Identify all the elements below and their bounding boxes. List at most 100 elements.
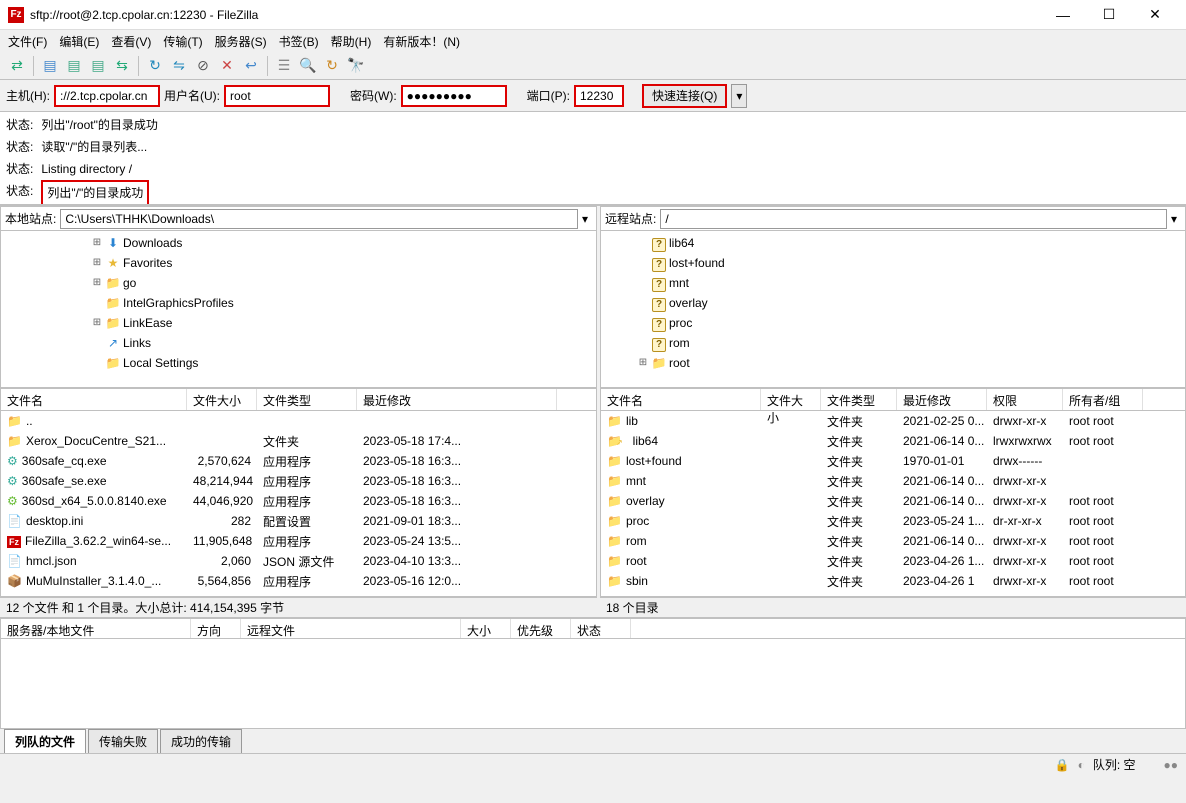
queue-body[interactable] — [0, 639, 1186, 729]
column-header[interactable]: 所有者/组 — [1063, 389, 1143, 410]
local-file-list[interactable]: 文件名文件大小文件类型最近修改 📁..📁Xerox_DocuCentre_S21… — [1, 389, 596, 596]
column-header[interactable]: 权限 — [987, 389, 1063, 410]
file-row[interactable]: 📁sbin文件夹2023-04-26 1drwxr-xr-xroot root — [601, 571, 1185, 591]
filter-icon[interactable]: ☰ — [273, 55, 295, 77]
file-row[interactable]: 📦MuMuInstaller_3.1.4.0_...5,564,856应用程序2… — [1, 571, 596, 591]
menu-item[interactable]: 查看(V) — [111, 33, 151, 50]
maximize-button[interactable]: ☐ — [1086, 0, 1132, 30]
tree-item[interactable]: ?lib64 — [601, 233, 1185, 253]
expand-icon[interactable]: ⊞ — [91, 273, 103, 293]
tree-item[interactable]: ⊞⬇Downloads — [1, 233, 596, 253]
tree-item[interactable]: ⊞📁root — [601, 353, 1185, 373]
toggle-log-icon[interactable]: ▤ — [39, 55, 61, 77]
column-header[interactable]: 大小 — [461, 619, 511, 638]
file-row[interactable]: ⚙360sd_x64_5.0.0.8140.exe44,046,920应用程序2… — [1, 491, 596, 511]
column-header[interactable]: 文件类型 — [257, 389, 357, 410]
minimize-button[interactable]: — — [1040, 0, 1086, 30]
column-header[interactable]: 文件名 — [601, 389, 761, 410]
lock-icon[interactable]: 🔒 — [1055, 758, 1070, 772]
local-tree[interactable]: ⊞⬇Downloads⊞★Favorites⊞📁go📁IntelGraphics… — [1, 231, 596, 389]
menu-item[interactable]: 传输(T) — [163, 33, 202, 50]
log-label: 状态: — [6, 114, 33, 136]
menu-item[interactable]: 帮助(H) — [331, 33, 372, 50]
expand-icon[interactable]: ⊞ — [91, 253, 103, 273]
password-input[interactable] — [401, 85, 507, 107]
toggle-tree-icon[interactable]: ▤ — [63, 55, 85, 77]
file-row[interactable]: 📁lost+found文件夹1970-01-01drwx------ — [601, 451, 1185, 471]
tree-item[interactable]: ?proc — [601, 313, 1185, 333]
binoculars-icon[interactable]: 🔭 — [345, 55, 367, 77]
reconnect-icon[interactable]: ↩ — [240, 55, 262, 77]
file-row[interactable]: 📁Xerox_DocuCentre_S21...文件夹2023-05-18 17… — [1, 431, 596, 451]
file-row[interactable]: 📁↗lib64文件夹2021-06-14 0...lrwxrwxrwxroot … — [601, 431, 1185, 451]
sync-browse-icon[interactable]: ⇆ — [111, 55, 133, 77]
queue-tab[interactable]: 成功的传输 — [160, 729, 242, 753]
file-row[interactable]: 📄hmcl.json2,060JSON 源文件2023-04-10 13:3..… — [1, 551, 596, 571]
column-header[interactable]: 优先级 — [511, 619, 571, 638]
file-row[interactable]: ⚙360safe_se.exe48,214,944应用程序2023-05-18 … — [1, 471, 596, 491]
remote-file-list[interactable]: 文件名文件大小文件类型最近修改权限所有者/组 📁lib文件夹2021-02-25… — [601, 389, 1185, 596]
menu-item[interactable]: 服务器(S) — [215, 33, 267, 50]
tree-item[interactable]: ⊞📁go — [1, 273, 596, 293]
quickconnect-dropdown-icon[interactable]: ▾ — [731, 84, 747, 108]
host-input[interactable] — [54, 85, 160, 107]
compare-icon[interactable]: ↻ — [321, 55, 343, 77]
tree-item[interactable]: 📁Local Settings — [1, 353, 596, 373]
remote-site-input[interactable] — [660, 209, 1167, 229]
menu-item[interactable]: 文件(F) — [8, 33, 47, 50]
column-header[interactable]: 文件大小 — [761, 389, 821, 410]
column-header[interactable]: 文件大小 — [187, 389, 257, 410]
column-header[interactable]: 状态 — [571, 619, 631, 638]
process-queue-icon[interactable]: ⇋ — [168, 55, 190, 77]
menu-item[interactable]: 编辑(E) — [59, 33, 99, 50]
dropdown-icon[interactable]: ▾ — [578, 212, 592, 226]
column-header[interactable]: 文件类型 — [821, 389, 897, 410]
cancel-icon[interactable]: ⊘ — [192, 55, 214, 77]
port-input[interactable] — [574, 85, 624, 107]
file-row[interactable]: 📁rom文件夹2021-06-14 0...drwxr-xr-xroot roo… — [601, 531, 1185, 551]
expand-icon[interactable]: ⊞ — [91, 233, 103, 253]
remote-tree[interactable]: ?lib64?lost+found?mnt?overlay?proc?rom⊞📁… — [601, 231, 1185, 389]
disconnect-icon[interactable]: ✕ — [216, 55, 238, 77]
tree-item[interactable]: ↗Links — [1, 333, 596, 353]
tree-item[interactable]: ?mnt — [601, 273, 1185, 293]
dropdown-icon[interactable]: ▾ — [1167, 212, 1181, 226]
search-icon[interactable]: 🔍 — [297, 55, 319, 77]
file-row[interactable]: FzFileZilla_3.62.2_win64-se...11,905,648… — [1, 531, 596, 551]
toggle-queue-icon[interactable]: ▤ — [87, 55, 109, 77]
queue-tab[interactable]: 传输失败 — [88, 729, 158, 753]
file-row[interactable]: 📄desktop.ini282配置设置2021-09-01 18:3... — [1, 511, 596, 531]
column-header[interactable]: 服务器/本地文件 — [1, 619, 191, 638]
tree-item[interactable]: ?lost+found — [601, 253, 1185, 273]
file-row[interactable]: 📁root文件夹2023-04-26 1...drwxr-xr-xroot ro… — [601, 551, 1185, 571]
column-header[interactable]: 远程文件 — [241, 619, 461, 638]
tree-item[interactable]: 📁IntelGraphicsProfiles — [1, 293, 596, 313]
tree-item[interactable]: ?overlay — [601, 293, 1185, 313]
expand-icon[interactable]: ⊞ — [91, 313, 103, 333]
file-row[interactable]: ⚙360safe_cq.exe2,570,624应用程序2023-05-18 1… — [1, 451, 596, 471]
unknown-folder-icon: ? — [651, 233, 667, 253]
expand-icon[interactable]: ⊞ — [637, 353, 649, 373]
column-header[interactable]: 最近修改 — [897, 389, 987, 410]
tree-item[interactable]: ?rom — [601, 333, 1185, 353]
file-row[interactable]: 📁proc文件夹2023-05-24 1...dr-xr-xr-xroot ro… — [601, 511, 1185, 531]
column-header[interactable]: 最近修改 — [357, 389, 557, 410]
quickconnect-button[interactable]: 快速连接(Q) — [642, 84, 727, 108]
menu-item[interactable]: 书签(B) — [279, 33, 319, 50]
message-log[interactable]: 状态:列出"/root"的目录成功状态:读取"/"的目录列表...状态:List… — [0, 112, 1186, 206]
site-manager-icon[interactable]: ⇄ — [6, 55, 28, 77]
queue-tab[interactable]: 列队的文件 — [4, 729, 86, 753]
file-row[interactable]: 📁lib文件夹2021-02-25 0...drwxr-xr-xroot roo… — [601, 411, 1185, 431]
username-input[interactable] — [224, 85, 330, 107]
menu-item[interactable]: 有新版本！(N) — [383, 33, 460, 50]
file-row[interactable]: 📁.. — [1, 411, 596, 431]
column-header[interactable]: 方向 — [191, 619, 241, 638]
column-header[interactable]: 文件名 — [1, 389, 187, 410]
tree-item[interactable]: ⊞📁LinkEase — [1, 313, 596, 333]
close-button[interactable]: ✕ — [1132, 0, 1178, 30]
file-row[interactable]: 📁overlay文件夹2021-06-14 0...drwxr-xr-xroot… — [601, 491, 1185, 511]
refresh-icon[interactable]: ↻ — [144, 55, 166, 77]
tree-item[interactable]: ⊞★Favorites — [1, 253, 596, 273]
file-row[interactable]: 📁mnt文件夹2021-06-14 0...drwxr-xr-x — [601, 471, 1185, 491]
local-site-input[interactable] — [60, 209, 578, 229]
